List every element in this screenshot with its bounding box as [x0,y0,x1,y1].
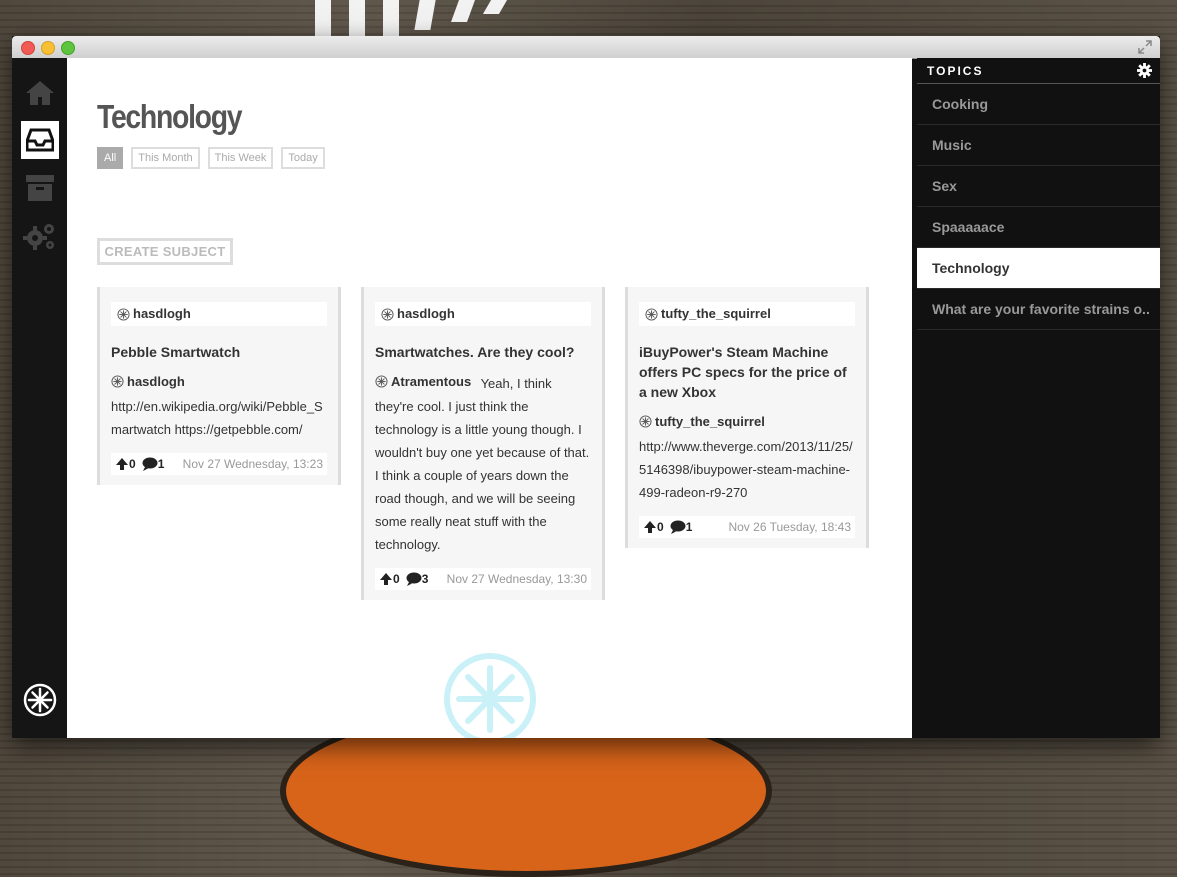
card-subject[interactable]: Pebble Smartwatch [111,342,327,362]
user-logo-icon [639,415,652,428]
arrow-up-icon [116,458,128,470]
topics-panel: TOPICS Cooking Music Sex Spaaaaace Techn… [917,58,1160,738]
topic-item-music[interactable]: Music [917,125,1160,166]
nav-inbox[interactable] [21,121,59,159]
card-date: Nov 27 Wednesday, 13:30 [446,572,587,586]
filter-this-month[interactable]: This Month [131,147,200,169]
card-author-name: hasdlogh [133,306,191,321]
page-title: Technology [97,98,243,135]
user-logo-icon [375,375,388,388]
gears-icon [23,224,54,250]
create-subject-button[interactable]: CREATE SUBJECT [97,238,233,265]
topic-item-cooking[interactable]: Cooking [917,84,1160,125]
post-text: Yeah, I think they're cool. I just think… [375,376,590,552]
gear-icon[interactable] [1137,63,1152,78]
main-content: Technology All This Month This Week Toda… [67,58,912,738]
comment-bubble-icon [142,457,158,471]
card-date: Nov 26 Tuesday, 18:43 [728,520,851,534]
time-filters: All This Month This Week Today [97,147,325,169]
topics-header: TOPICS [917,58,1160,84]
card-subject[interactable]: iBuyPower's Steam Machine offers PC spec… [639,342,855,402]
card-author[interactable]: tufty_the_squirrel [639,302,855,326]
nav-settings[interactable] [21,217,59,255]
arrow-up-icon [644,521,656,533]
user-logo-icon [645,307,658,321]
post-author[interactable]: tufty_the_squirrel [639,410,765,433]
card-subject[interactable]: Smartwatches. Are they cool? [375,342,591,362]
minimize-window-button[interactable] [41,41,55,55]
subject-card[interactable]: hasdlogh Pebble Smartwatch hasdlogh http… [97,287,341,485]
archive-icon [26,175,54,201]
subject-card[interactable]: hasdlogh Smartwatches. Are they cool? At… [361,287,605,600]
filter-today[interactable]: Today [281,147,325,169]
loading-logo-icon [444,653,536,738]
comment-stat[interactable]: 1 [142,457,164,471]
topic-item-spaaaaace[interactable]: Spaaaaace [917,207,1160,248]
card-date: Nov 27 Wednesday, 13:23 [182,457,323,471]
card-author[interactable]: hasdlogh [375,302,591,326]
post-author[interactable]: hasdlogh [111,370,185,393]
app-window: Technology All This Month This Week Toda… [12,36,1160,738]
card-author-name: tufty_the_squirrel [661,306,771,321]
subject-card[interactable]: tufty_the_squirrel iBuyPower's Steam Mac… [625,287,869,548]
upvote-stat[interactable]: 0 [643,520,664,534]
nav-archive[interactable] [21,169,59,207]
comment-stat[interactable]: 1 [670,520,692,534]
topic-item-sex[interactable]: Sex [917,166,1160,207]
upvote-stat[interactable]: 0 [379,572,400,586]
window-titlebar [12,36,1160,59]
card-body: tufty_the_squirrel http://www.theverge.c… [639,410,855,504]
fullscreen-icon[interactable] [1138,40,1152,54]
comment-stat[interactable]: 3 [406,572,428,586]
card-footer: 0 3 Nov 27 Wednesday, 13:30 [375,568,591,590]
topics-title: TOPICS [927,63,984,78]
left-navigation [12,58,67,738]
card-author-name: hasdlogh [397,306,455,321]
card-body: Atramentous Yeah, I think they're cool. … [375,370,591,556]
arrow-up-icon [380,573,392,585]
comment-bubble-icon [670,520,686,534]
background-stripes [315,0,508,40]
user-logo-icon [381,307,394,321]
upvote-stat[interactable]: 0 [115,457,136,471]
card-footer: 0 1 Nov 27 Wednesday, 13:23 [111,453,327,475]
app-logo-icon[interactable] [22,682,58,718]
filter-this-week[interactable]: This Week [207,147,274,169]
close-window-button[interactable] [21,41,35,55]
zoom-window-button[interactable] [61,41,75,55]
topic-item-favorite-strains[interactable]: What are your favorite strains o.. [917,289,1160,330]
home-icon [26,81,54,105]
comment-bubble-icon [406,572,422,586]
nav-home[interactable] [21,74,59,112]
card-author[interactable]: hasdlogh [111,302,327,326]
topic-item-technology[interactable]: Technology [917,248,1160,289]
post-author[interactable]: Atramentous [375,370,471,393]
inbox-icon [26,128,54,152]
filter-all[interactable]: All [97,147,124,169]
card-footer: 0 1 Nov 26 Tuesday, 18:43 [639,516,855,538]
user-logo-icon [111,375,124,388]
user-logo-icon [117,307,130,321]
post-text: http://en.wikipedia.org/wiki/Pebble_Smar… [111,399,323,437]
post-text: http://www.theverge.com/2013/11/25/51463… [639,439,853,500]
card-body: hasdlogh http://en.wikipedia.org/wiki/Pe… [111,370,327,441]
